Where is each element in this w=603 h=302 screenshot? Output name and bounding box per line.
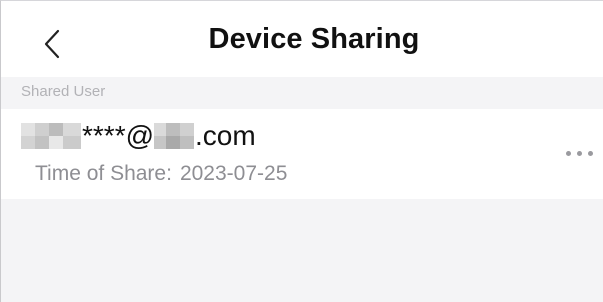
email-domain-suffix: .com [195,120,256,151]
shared-user-row[interactable]: ****@ .com Time of Share: 2023-07-25 [1,109,603,199]
more-dot [577,150,582,156]
email-masked-part: ****@ [82,120,155,151]
nav-header: Device Sharing [1,1,603,77]
page-title: Device Sharing [208,23,420,55]
more-options-button[interactable] [566,145,603,161]
share-time: Time of Share: 2023-07-25 [35,162,287,186]
email-redaction-mask [21,123,81,149]
domain-redaction-mask [154,123,195,149]
device-sharing-screen: Device Sharing Shared User ****@ .com Ti… [0,0,603,302]
share-time-value: 2023-07-25 [179,162,288,185]
shared-user-email: ****@ .com [21,119,256,153]
share-time-label: Time of Share: [35,162,172,185]
more-horizontal-icon [566,150,571,156]
more-dot [588,150,593,156]
section-label-shared-user: Shared User [21,83,106,100]
